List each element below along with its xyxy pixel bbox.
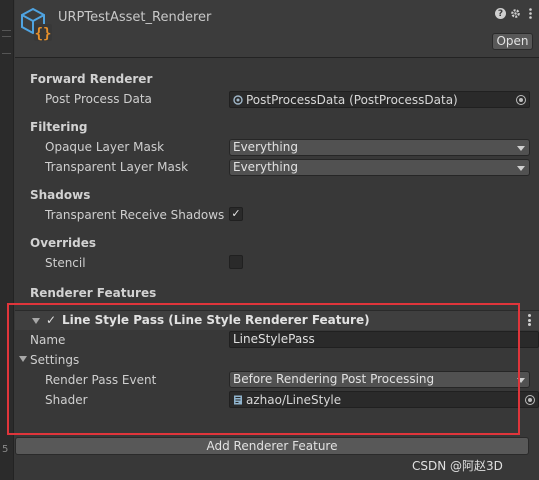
left-panel-edge: 5 <box>0 0 14 480</box>
foldout-arrow-icon[interactable] <box>32 318 40 324</box>
section-shadows: Shadows <box>30 188 91 202</box>
inspector-panel: {} URPTestAsset_Renderer ? Open Forward … <box>15 0 539 480</box>
scriptable-object-icon <box>233 94 243 105</box>
renderer-feature-header[interactable]: ✓ Line Style Pass (Line Style Renderer F… <box>15 310 539 330</box>
render-pass-event-value: Before Rendering Post Processing <box>233 372 435 386</box>
render-pass-event-label: Render Pass Event <box>45 373 157 387</box>
post-process-data-value: PostProcessData (PostProcessData) <box>246 92 458 107</box>
section-overrides: Overrides <box>30 236 96 250</box>
header-icons: ? <box>495 8 536 19</box>
transparent-layer-mask-value: Everything <box>233 160 298 174</box>
settings-foldout-icon[interactable] <box>19 356 27 362</box>
feature-title: Line Style Pass (Line Style Renderer Fea… <box>62 313 370 327</box>
shader-label: Shader <box>45 393 88 407</box>
shader-icon <box>234 395 242 404</box>
opaque-layer-mask-label: Opaque Layer Mask <box>45 140 165 154</box>
chevron-down-icon <box>517 146 525 151</box>
transparent-receive-shadows-checkbox[interactable]: ✓ <box>229 207 243 221</box>
settings-label: Settings <box>30 353 80 367</box>
open-button[interactable]: Open <box>492 33 533 50</box>
shader-field[interactable]: azhao/LineStyle <box>229 391 539 408</box>
post-process-data-label: Post Process Data <box>45 92 152 106</box>
object-picker-icon[interactable] <box>525 395 535 405</box>
name-input[interactable]: LineStylePass <box>229 331 539 348</box>
watermark: CSDN @阿赵3D <box>412 459 503 473</box>
section-renderer-features: Renderer Features <box>30 286 157 300</box>
chevron-down-icon <box>517 166 525 171</box>
transparent-layer-mask-label: Transparent Layer Mask <box>45 160 189 174</box>
transparent-layer-mask-dropdown[interactable]: Everything <box>229 159 530 176</box>
more-icon[interactable] <box>525 8 536 19</box>
add-renderer-feature-button[interactable]: Add Renderer Feature <box>15 437 529 455</box>
section-forward-renderer: Forward Renderer <box>30 72 153 86</box>
feature-menu-icon[interactable] <box>528 314 531 326</box>
help-icon[interactable]: ? <box>495 8 506 19</box>
chevron-down-icon <box>517 378 525 383</box>
asset-title: URPTestAsset_Renderer <box>58 10 212 25</box>
settings-icon[interactable] <box>510 8 521 19</box>
divider <box>2 36 11 37</box>
divider <box>2 30 11 31</box>
left-strip-text: 5 <box>2 444 9 455</box>
renderer-asset-icon: {} <box>21 7 52 42</box>
shader-value: azhao/LineStyle <box>246 392 342 407</box>
opaque-layer-mask-dropdown[interactable]: Everything <box>229 139 530 156</box>
object-picker-icon[interactable] <box>516 95 526 105</box>
opaque-layer-mask-value: Everything <box>233 140 298 154</box>
divider <box>2 53 11 54</box>
transparent-receive-shadows-label: Transparent Receive Shadows <box>45 208 225 222</box>
feature-enabled-checkbox[interactable]: ✓ <box>46 313 56 327</box>
name-label: Name <box>30 333 66 347</box>
inspector-header: {} URPTestAsset_Renderer ? Open <box>15 0 539 58</box>
svg-text:{}: {} <box>35 26 52 42</box>
post-process-data-field[interactable]: PostProcessData (PostProcessData) <box>229 91 530 108</box>
section-filtering: Filtering <box>30 120 88 134</box>
stencil-label: Stencil <box>45 256 86 270</box>
stencil-checkbox[interactable] <box>229 255 243 269</box>
render-pass-event-dropdown[interactable]: Before Rendering Post Processing <box>229 371 530 388</box>
